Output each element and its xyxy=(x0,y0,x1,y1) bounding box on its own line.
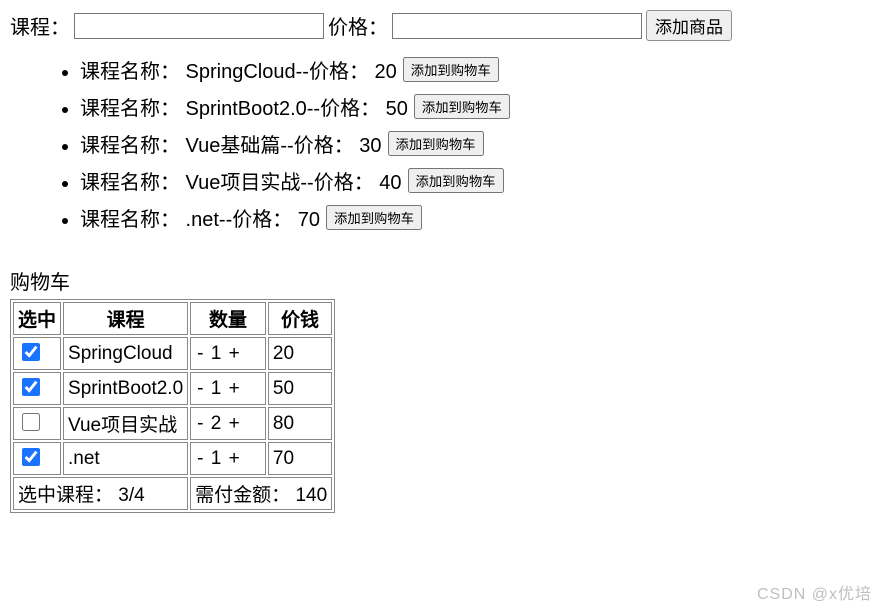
row-price: 80 xyxy=(268,407,332,440)
watermark: CSDN @x优培 xyxy=(757,580,872,604)
row-checkbox[interactable] xyxy=(22,448,40,466)
row-qty: - 1 + xyxy=(190,372,266,405)
qty-plus[interactable]: + xyxy=(227,413,242,434)
th-price: 价钱 xyxy=(268,302,332,335)
table-row: .net - 1 + 70 xyxy=(13,442,332,475)
row-qty: - 1 + xyxy=(190,337,266,370)
row-name: Vue项目实战 xyxy=(63,407,188,440)
course-text: 课程名称： Vue项目实战--价格： 40 xyxy=(80,166,402,195)
table-row: SprintBoot2.0 - 1 + 50 xyxy=(13,372,332,405)
row-checkbox[interactable] xyxy=(22,413,40,431)
list-item: 课程名称： Vue基础篇--价格： 30 添加到购物车 xyxy=(80,129,890,158)
table-row: Vue项目实战 - 2 + 80 xyxy=(13,407,332,440)
row-price: 50 xyxy=(268,372,332,405)
qty-minus[interactable]: - xyxy=(195,448,205,469)
table-row: SpringCloud - 1 + 20 xyxy=(13,337,332,370)
add-to-cart-button[interactable]: 添加到购物车 xyxy=(326,205,422,230)
add-to-cart-button[interactable]: 添加到购物车 xyxy=(414,94,510,119)
qty-minus[interactable]: - xyxy=(195,378,205,399)
add-to-cart-button[interactable]: 添加到购物车 xyxy=(403,57,499,82)
course-label: 课程： xyxy=(10,11,70,40)
row-name: .net xyxy=(63,442,188,475)
list-item: 课程名称： .net--价格： 70 添加到购物车 xyxy=(80,203,890,232)
add-product-button[interactable]: 添加商品 xyxy=(646,10,732,41)
price-input[interactable] xyxy=(392,13,642,39)
summary-total: 需付金额： 140 xyxy=(190,477,332,510)
row-name: SprintBoot2.0 xyxy=(63,372,188,405)
course-text: 课程名称： SpringCloud--价格： 20 xyxy=(80,55,397,84)
th-qty: 数量 xyxy=(190,302,266,335)
list-item: 课程名称： SprintBoot2.0--价格： 50 添加到购物车 xyxy=(80,92,890,121)
th-sel: 选中 xyxy=(13,302,61,335)
summary-selected: 选中课程： 3/4 xyxy=(13,477,188,510)
row-price: 20 xyxy=(268,337,332,370)
cart-title: 购物车 xyxy=(10,266,890,295)
price-label: 价格： xyxy=(328,11,388,40)
list-item: 课程名称： Vue项目实战--价格： 40 添加到购物车 xyxy=(80,166,890,195)
row-price: 70 xyxy=(268,442,332,475)
course-text: 课程名称： .net--价格： 70 xyxy=(80,203,320,232)
row-qty: - 1 + xyxy=(190,442,266,475)
qty-minus[interactable]: - xyxy=(195,413,205,434)
add-to-cart-button[interactable]: 添加到购物车 xyxy=(388,131,484,156)
qty-minus[interactable]: - xyxy=(195,343,205,364)
qty-plus[interactable]: + xyxy=(227,448,242,469)
row-qty: - 2 + xyxy=(190,407,266,440)
qty-plus[interactable]: + xyxy=(227,378,242,399)
row-checkbox[interactable] xyxy=(22,343,40,361)
cart-table: 选中 课程 数量 价钱 SpringCloud - 1 + 20 SprintB… xyxy=(10,299,335,513)
qty-plus[interactable]: + xyxy=(227,343,242,364)
row-name: SpringCloud xyxy=(63,337,188,370)
course-text: 课程名称： SprintBoot2.0--价格： 50 xyxy=(80,92,408,121)
th-name: 课程 xyxy=(63,302,188,335)
list-item: 课程名称： SpringCloud--价格： 20 添加到购物车 xyxy=(80,55,890,84)
row-checkbox[interactable] xyxy=(22,378,40,396)
course-list: 课程名称： SpringCloud--价格： 20 添加到购物车 课程名称： S… xyxy=(50,55,890,232)
add-to-cart-button[interactable]: 添加到购物车 xyxy=(408,168,504,193)
course-text: 课程名称： Vue基础篇--价格： 30 xyxy=(80,129,382,158)
course-input[interactable] xyxy=(74,13,324,39)
